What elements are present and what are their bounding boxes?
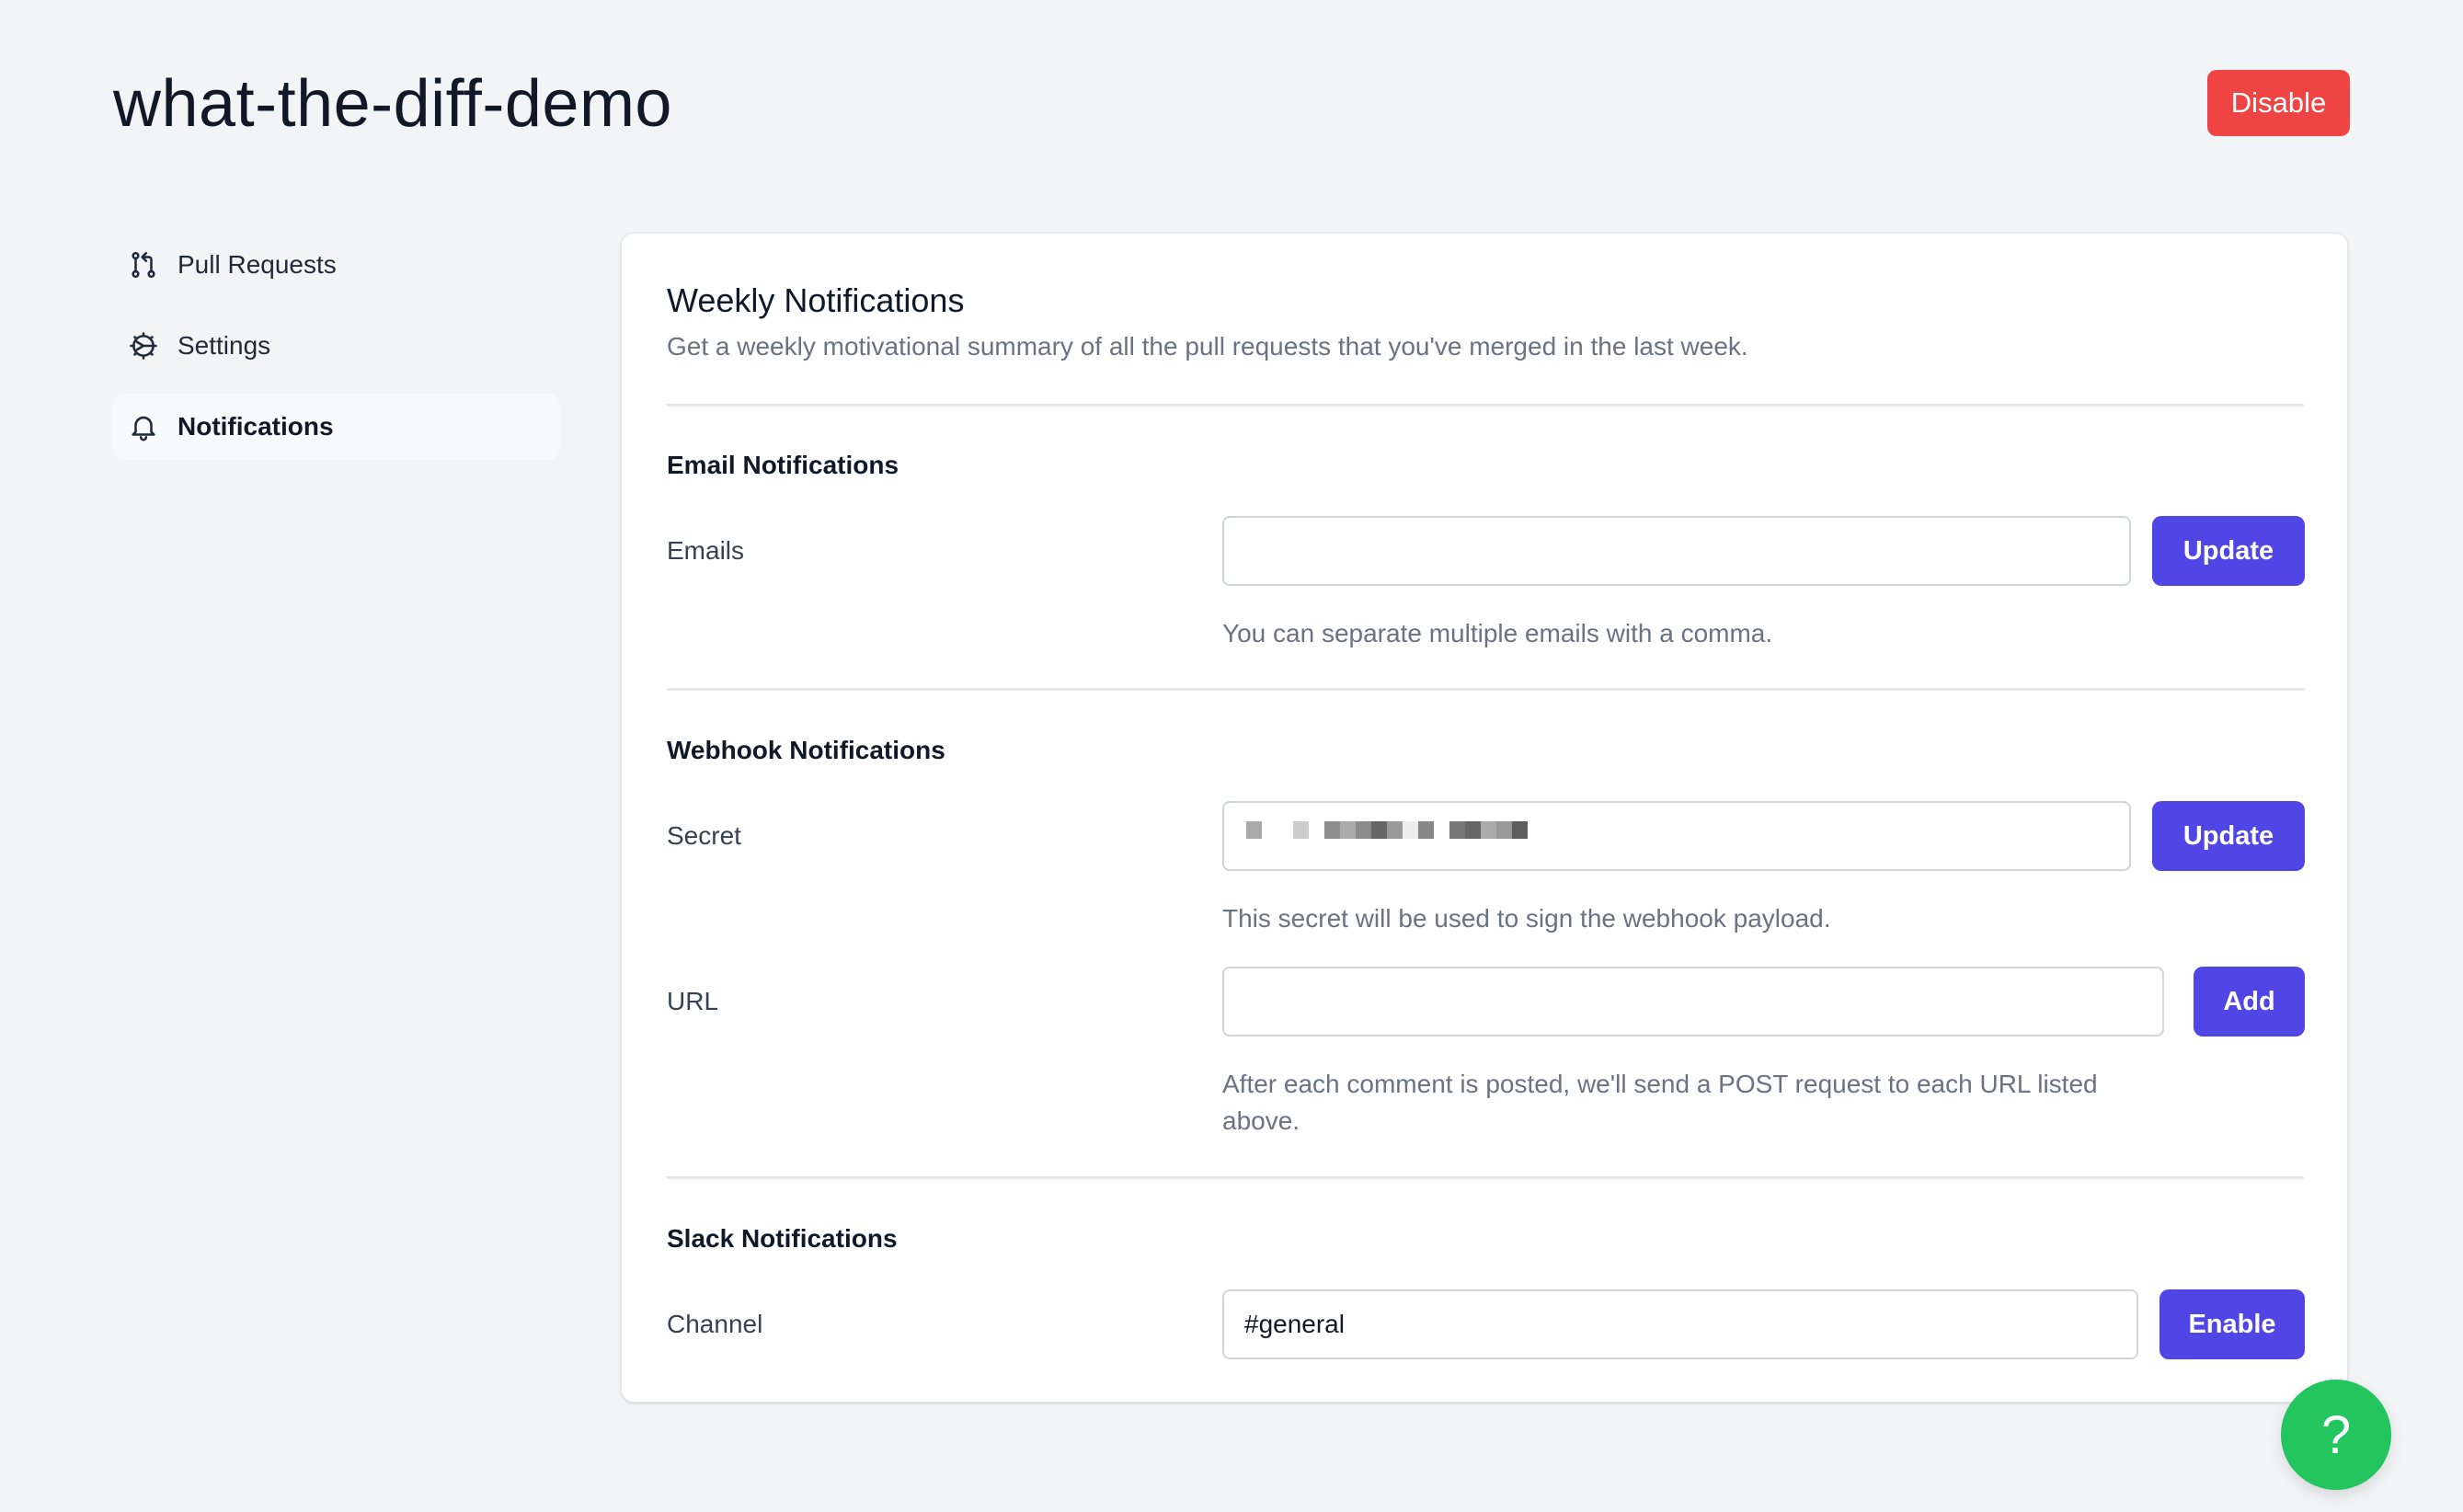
sidebar-nav: Pull Requests Settings Notifications bbox=[113, 232, 560, 475]
url-label: URL bbox=[667, 987, 719, 1015]
secret-help-text: This secret will be used to sign the web… bbox=[1222, 904, 1831, 933]
sidebar-item-notifications[interactable]: Notifications bbox=[113, 394, 560, 460]
question-icon: ? bbox=[2320, 1404, 2352, 1465]
sidebar-item-label: Pull Requests bbox=[178, 250, 337, 279]
emails-help-text: You can separate multiple emails with a … bbox=[1222, 619, 1773, 647]
email-update-button[interactable]: Update bbox=[2152, 516, 2305, 586]
secret-input[interactable] bbox=[1222, 801, 2131, 871]
channel-input[interactable] bbox=[1222, 1289, 2138, 1359]
divider bbox=[667, 688, 2304, 691]
webhook-section-title: Webhook Notifications bbox=[667, 736, 945, 764]
slack-enable-button[interactable]: Enable bbox=[2159, 1289, 2305, 1359]
emails-input[interactable] bbox=[1222, 516, 2131, 586]
card-description: Get a weekly motivational summary of all… bbox=[667, 332, 1748, 361]
sidebar-item-label: Notifications bbox=[178, 412, 334, 441]
gear-icon bbox=[130, 332, 157, 360]
url-input[interactable] bbox=[1222, 967, 2164, 1037]
card-title: Weekly Notifications bbox=[667, 281, 965, 319]
divider bbox=[667, 1176, 2304, 1179]
slack-section-title: Slack Notifications bbox=[667, 1224, 898, 1253]
secret-update-button[interactable]: Update bbox=[2152, 801, 2305, 871]
disable-button[interactable]: Disable bbox=[2207, 70, 2350, 136]
url-help-text: After each comment is posted, we'll send… bbox=[1222, 1070, 2098, 1135]
email-section-title: Email Notifications bbox=[667, 451, 899, 479]
sidebar-item-pull-requests[interactable]: Pull Requests bbox=[113, 232, 560, 298]
notifications-card: Weekly Notifications Get a weekly motiva… bbox=[621, 233, 2348, 1403]
redacted-secret-value bbox=[1246, 821, 1528, 839]
divider bbox=[667, 404, 2304, 407]
pull-request-icon bbox=[132, 251, 155, 279]
help-button[interactable]: ? bbox=[2281, 1380, 2391, 1490]
page-title: what-the-diff-demo bbox=[113, 67, 672, 141]
sidebar-item-settings[interactable]: Settings bbox=[113, 313, 560, 379]
channel-label: Channel bbox=[667, 1310, 763, 1338]
emails-label: Emails bbox=[667, 536, 745, 565]
sidebar-item-label: Settings bbox=[178, 331, 271, 360]
bell-icon bbox=[132, 416, 155, 441]
url-add-button[interactable]: Add bbox=[2194, 967, 2305, 1037]
secret-label: Secret bbox=[667, 821, 741, 850]
